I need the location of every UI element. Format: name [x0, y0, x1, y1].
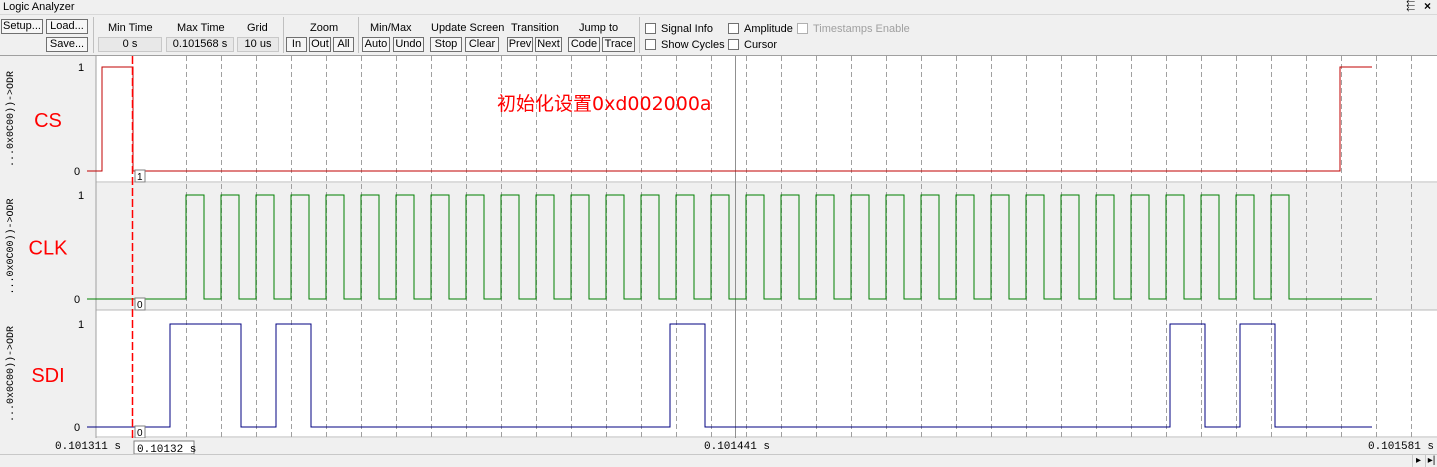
high-level-label: 1	[78, 190, 84, 202]
separator	[93, 17, 94, 53]
setup-button[interactable]: Setup...	[1, 19, 43, 34]
minmax-auto-button[interactable]: Auto	[362, 37, 390, 52]
min-time-label: Min Time	[108, 22, 153, 34]
zoom-label: Zoom	[310, 22, 339, 34]
high-level-label: 1	[78, 62, 84, 74]
update-stop-button[interactable]: Stop	[430, 37, 462, 52]
minmax-label: Min/Max	[370, 22, 412, 34]
timestamps-checkbox[interactable]	[797, 23, 808, 34]
toolbar: Setup... Load... Save... Min Time 0 s Ma…	[0, 15, 1437, 56]
min-time-value: 0 s	[98, 37, 162, 52]
cursor-time: 0.10132 s	[137, 444, 196, 454]
signal-info-label: Signal Info	[661, 23, 713, 35]
zoom-in-button[interactable]: In	[286, 37, 307, 52]
cursor-value: 1	[137, 172, 143, 183]
cursor-label: Cursor	[744, 39, 778, 51]
cursor-value: 0	[137, 428, 143, 439]
annotation-text: 初始化设置0xd002000a	[497, 93, 712, 115]
signal-row-clk	[0, 183, 1437, 310]
transition-next-button[interactable]: Next	[535, 37, 562, 52]
load-button[interactable]: Load...	[46, 19, 88, 34]
scroll-right-icon[interactable]: ▸	[1412, 455, 1424, 467]
zoom-all-button[interactable]: All	[333, 37, 354, 52]
timestamps-label: Timestamps Enable	[813, 23, 910, 35]
amplitude-checkbox[interactable]	[728, 23, 739, 34]
signal-name-sdi: SDI	[31, 365, 64, 387]
jump-to-label: Jump to	[579, 22, 619, 34]
save-button[interactable]: Save...	[46, 37, 88, 52]
minmax-undo-button[interactable]: Undo	[393, 37, 424, 52]
signal-expression: ...0x0C00))->ODR	[5, 71, 17, 167]
separator	[283, 17, 284, 53]
low-level-label: 0	[74, 422, 80, 434]
update-clear-button[interactable]: Clear	[465, 37, 499, 52]
transition-prev-button[interactable]: Prev	[507, 37, 533, 52]
transition-label: Transition	[511, 22, 559, 34]
signal-name-clk: CLK	[29, 238, 69, 260]
signal-info-checkbox[interactable]	[645, 23, 656, 34]
cursor-value: 0	[137, 300, 143, 311]
waveform-plot[interactable]: 1 0 CS ...0x0C00))->ODR 1 1 0 CLK ...0x0C00))->O…	[0, 56, 1437, 454]
zoom-out-button[interactable]: Out	[309, 37, 331, 52]
separator	[639, 17, 640, 53]
time-start: 0.101311 s	[55, 441, 121, 453]
signal-row-cs	[0, 56, 1437, 182]
jump-code-button[interactable]: Code	[568, 37, 600, 52]
grid-label: Grid	[247, 22, 268, 34]
cursor-checkbox[interactable]	[728, 39, 739, 50]
signal-name-cs: CS	[34, 110, 62, 132]
scroll-end-icon[interactable]: ▸|	[1425, 455, 1437, 467]
pin-icon[interactable]: ⬱	[1406, 0, 1415, 13]
show-cycles-checkbox[interactable]	[645, 39, 656, 50]
horizontal-scrollbar[interactable]: ▸ ▸|	[0, 454, 1437, 467]
window-title: Logic Analyzer	[3, 1, 75, 13]
close-icon[interactable]: ×	[1424, 0, 1431, 13]
amplitude-label: Amplitude	[744, 23, 793, 35]
signal-row-sdi	[0, 311, 1437, 437]
high-level-label: 1	[78, 319, 84, 331]
low-level-label: 0	[74, 294, 80, 306]
time-middle: 0.101441 s	[704, 441, 770, 453]
max-time-value: 0.101568 s	[166, 37, 234, 52]
signal-expression: ...0x0C00))->ODR	[5, 198, 17, 294]
jump-trace-button[interactable]: Trace	[602, 37, 635, 52]
show-cycles-label: Show Cycles	[661, 39, 725, 51]
max-time-label: Max Time	[177, 22, 225, 34]
time-end: 0.101581 s	[1368, 441, 1434, 453]
low-level-label: 0	[74, 166, 80, 178]
title-bar: Logic Analyzer ⬱ ×	[0, 0, 1437, 15]
grid-value: 10 us	[237, 37, 279, 52]
signal-expression: ...0x0C00))->ODR	[5, 326, 17, 422]
update-screen-label: Update Screen	[431, 22, 505, 34]
separator	[358, 17, 359, 53]
